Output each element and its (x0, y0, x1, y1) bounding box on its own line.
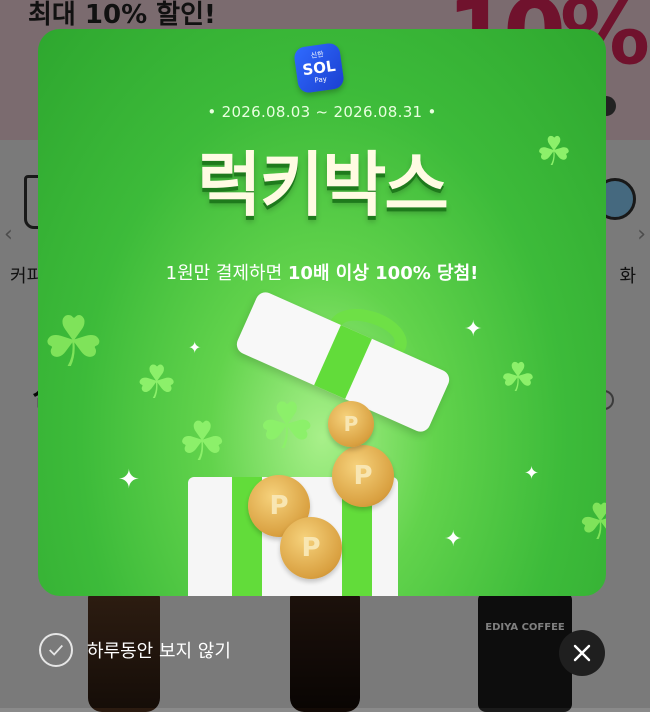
popup-subtitle: 1원만 결제하면 10배 이상 100% 당첨! (38, 259, 606, 285)
popup-title: 럭키박스 (197, 144, 449, 226)
sparkle-icon: ✦ (464, 317, 483, 342)
hide-for-today-toggle[interactable]: 하루동안 보지 않기 (39, 631, 231, 669)
lucky-box-popup[interactable]: 신한 SOL Pay • 2026.08.03 ~ 2026.08.31 • 럭… (38, 29, 606, 596)
point-coin-icon: P (332, 445, 394, 507)
checkbox[interactable] (39, 633, 73, 667)
clover-icon: ☘ (536, 129, 572, 175)
clover-icon: ☘ (500, 355, 536, 401)
event-period: • 2026.08.03 ~ 2026.08.31 • (207, 103, 437, 121)
hide-for-today-label: 하루동안 보지 않기 (87, 641, 231, 662)
sparkle-icon: ✦ (188, 338, 202, 357)
lid-ribbon (314, 324, 372, 400)
clover-icon: ☘ (42, 301, 105, 383)
check-icon (49, 644, 63, 656)
point-coin-icon: P (328, 401, 374, 447)
clover-icon: ☘ (136, 355, 178, 409)
sparkle-icon: ✦ (444, 527, 463, 552)
sparkle-icon: ✦ (524, 463, 540, 484)
subtitle-prefix: 1원만 결제하면 (165, 263, 288, 284)
clover-icon: ☘ (178, 410, 227, 473)
clover-icon: ☘ (578, 493, 606, 551)
point-coin-icon: P (280, 517, 342, 579)
sparkle-icon: ✦ (118, 465, 140, 495)
subtitle-highlight: 10배 이상 100% 당첨! (287, 263, 479, 284)
close-button[interactable] (559, 630, 605, 676)
sol-pay-logo: 신한 SOL Pay (293, 42, 345, 94)
clover-icon: ☘ (258, 390, 316, 464)
close-icon (573, 644, 591, 662)
